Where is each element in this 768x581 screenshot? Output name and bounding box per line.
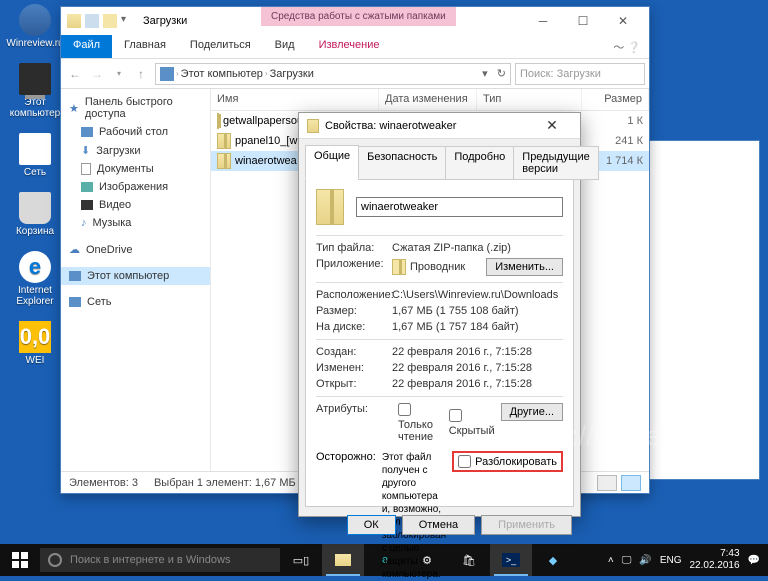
folder-icon [67, 14, 81, 28]
column-date[interactable]: Дата изменения [379, 89, 477, 110]
tray-monitor-icon[interactable]: 🖵 [622, 555, 632, 566]
status-item-count: Элементов: 3 [69, 477, 138, 489]
qat-newfolder-icon[interactable] [103, 14, 117, 28]
column-size[interactable]: Размер [582, 89, 649, 110]
qat-properties-icon[interactable] [85, 14, 99, 28]
ribbon-tab-view[interactable]: Вид [263, 35, 307, 58]
unblock-checkbox[interactable]: Разблокировать [452, 451, 563, 472]
ribbon-tab-file[interactable]: Файл [61, 35, 112, 58]
ok-button[interactable]: ОК [347, 515, 396, 535]
tab-details[interactable]: Подробно [445, 146, 514, 180]
zip-icon [217, 113, 219, 129]
sidebar-item-documents[interactable]: Документы [61, 160, 210, 178]
other-attrs-button[interactable]: Другие... [501, 403, 563, 421]
sidebar-item-downloads[interactable]: ⬇Загрузки [61, 141, 210, 160]
zip-icon [307, 119, 319, 133]
readonly-checkbox[interactable]: Только чтение [398, 403, 438, 443]
view-details-icon[interactable] [597, 475, 617, 491]
dialog-title: Свойства: winaerotweaker [325, 120, 456, 132]
nav-sidebar: ★Панель быстрого доступа Рабочий стол ⬇З… [61, 89, 211, 471]
maximize-button[interactable]: ☐ [563, 7, 603, 35]
column-name[interactable]: Имя [211, 89, 379, 110]
tab-security[interactable]: Безопасность [358, 146, 446, 180]
breadcrumb[interactable]: › Этот компьютер › Загрузки ▾ ↻ [155, 63, 511, 85]
zip-icon [316, 189, 344, 225]
size-value: 1,67 МБ (1 755 108 байт) [392, 305, 563, 317]
sidebar-item-videos[interactable]: Видео [61, 196, 210, 214]
ribbon: Файл Главная Поделиться Вид Извлечение 〜… [61, 35, 649, 59]
nav-back-icon[interactable]: ← [65, 64, 85, 84]
location-value: C:\Users\Winreview.ru\Downloads [392, 289, 563, 301]
filename-input[interactable] [356, 197, 563, 217]
ribbon-collapse-icon[interactable]: 〜 ❔ [605, 35, 649, 58]
zip-icon [217, 133, 231, 149]
column-type[interactable]: Тип [477, 89, 582, 110]
tray-chevron-icon[interactable]: ˄ [608, 555, 614, 566]
start-button[interactable] [0, 544, 40, 576]
apply-button[interactable]: Применить [481, 515, 572, 535]
sidebar-onedrive[interactable]: ☁OneDrive [61, 240, 210, 259]
nav-forward-icon[interactable]: → [87, 64, 107, 84]
close-button[interactable]: ✕ [532, 117, 572, 134]
ondisk-value: 1,67 МБ (1 757 184 байт) [392, 321, 563, 333]
address-bar: ← → ▾ ↑ › Этот компьютер › Загрузки ▾ ↻ … [61, 59, 649, 89]
ribbon-tab-extract[interactable]: Извлечение [307, 35, 392, 58]
properties-tabs: Общие Безопасность Подробно Предыдущие в… [299, 139, 580, 179]
explorer-icon [392, 259, 406, 275]
sidebar-item-desktop[interactable]: Рабочий стол [61, 123, 210, 141]
nav-history-icon[interactable]: ▾ [109, 64, 129, 84]
sidebar-network[interactable]: Сеть [61, 293, 210, 311]
tray-clock[interactable]: 7:4322.02.2016 [689, 548, 739, 572]
nav-up-icon[interactable]: ↑ [131, 64, 151, 84]
cancel-button[interactable]: Отмена [402, 515, 475, 535]
created-value: 22 февраля 2016 г., 7:15:28 [392, 346, 563, 358]
ribbon-tab-home[interactable]: Главная [112, 35, 178, 58]
tray-language[interactable]: ENG [660, 555, 682, 566]
view-icons-icon[interactable] [621, 475, 641, 491]
taskbar-search[interactable]: Поиск в интернете и в Windows [40, 548, 280, 572]
close-button[interactable]: ✕ [603, 7, 643, 35]
status-selection: Выбран 1 элемент: 1,67 МБ [154, 477, 296, 489]
zip-icon [217, 153, 231, 169]
sidebar-item-pictures[interactable]: Изображения [61, 178, 210, 196]
search-input[interactable]: Поиск: Загрузки [515, 63, 645, 85]
tab-general[interactable]: Общие [305, 145, 359, 179]
ribbon-tab-share[interactable]: Поделиться [178, 35, 263, 58]
tab-previous[interactable]: Предыдущие версии [513, 146, 598, 180]
filetype-value: Сжатая ZIP-папка (.zip) [392, 242, 563, 254]
properties-dialog: Свойства: winaerotweaker ✕ Общие Безопас… [298, 112, 581, 517]
sidebar-item-music[interactable]: ♪Музыка [61, 214, 210, 232]
minimize-button[interactable]: ─ [523, 7, 563, 35]
tray-notifications-icon[interactable]: 💬 [748, 555, 760, 566]
properties-titlebar[interactable]: Свойства: winaerotweaker ✕ [299, 113, 580, 139]
cortana-icon [48, 553, 62, 567]
window-title: Загрузки [143, 15, 187, 27]
change-app-button[interactable]: Изменить... [486, 258, 563, 276]
hidden-checkbox[interactable]: Скрытый [449, 409, 495, 437]
sidebar-this-pc[interactable]: Этот компьютер [61, 267, 210, 285]
contextual-tab-header: Средства работы с сжатыми папками [261, 7, 456, 26]
sidebar-quick-access[interactable]: ★Панель быстрого доступа [61, 93, 210, 123]
opened-value: 22 февраля 2016 г., 7:15:28 [392, 378, 563, 390]
modified-value: 22 февраля 2016 г., 7:15:28 [392, 362, 563, 374]
tray-volume-icon[interactable]: 🔊 [639, 555, 651, 566]
